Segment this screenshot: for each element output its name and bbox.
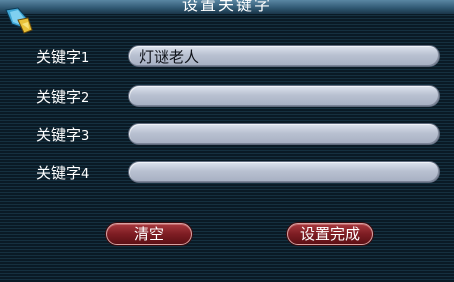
keyword-label-3-number: 3 bbox=[81, 129, 90, 144]
keyword-row-2: 关键字2 bbox=[0, 85, 454, 109]
quill-logo-icon bbox=[5, 7, 33, 34]
keyword-row-3: 关键字3 bbox=[0, 123, 454, 147]
dialog-title: 设置关键字 bbox=[181, 0, 272, 14]
finish-settings-button[interactable]: 设置完成 bbox=[287, 223, 373, 245]
keyword-input-4[interactable] bbox=[128, 161, 440, 183]
set-keywords-dialog: 设置关键字 关键字1 关键字2 关键字3 关键字4 清空 设置完成 bbox=[0, 0, 454, 282]
keyword-input-2[interactable] bbox=[128, 85, 440, 107]
keyword-label-1-text: 关键字 bbox=[36, 48, 82, 66]
keyword-row-4: 关键字4 bbox=[0, 161, 454, 185]
keyword-label-4-number: 4 bbox=[81, 167, 90, 182]
title-bar: 设置关键字 bbox=[0, 0, 454, 15]
keyword-label-2: 关键字2 bbox=[36, 87, 89, 109]
keyword-label-3: 关键字3 bbox=[36, 125, 89, 147]
keyword-label-2-text: 关键字 bbox=[36, 88, 82, 106]
keyword-label-2-number: 2 bbox=[81, 91, 90, 106]
keyword-label-3-text: 关键字 bbox=[36, 126, 82, 144]
keyword-label-1-number: 1 bbox=[81, 51, 90, 66]
keyword-input-3[interactable] bbox=[128, 123, 440, 145]
keyword-input-1[interactable] bbox=[128, 45, 440, 67]
keyword-label-4-text: 关键字 bbox=[36, 164, 82, 182]
keyword-label-4: 关键字4 bbox=[36, 163, 89, 185]
keyword-label-1: 关键字1 bbox=[36, 47, 89, 69]
keyword-row-1: 关键字1 bbox=[0, 45, 454, 69]
clear-button[interactable]: 清空 bbox=[106, 223, 192, 245]
